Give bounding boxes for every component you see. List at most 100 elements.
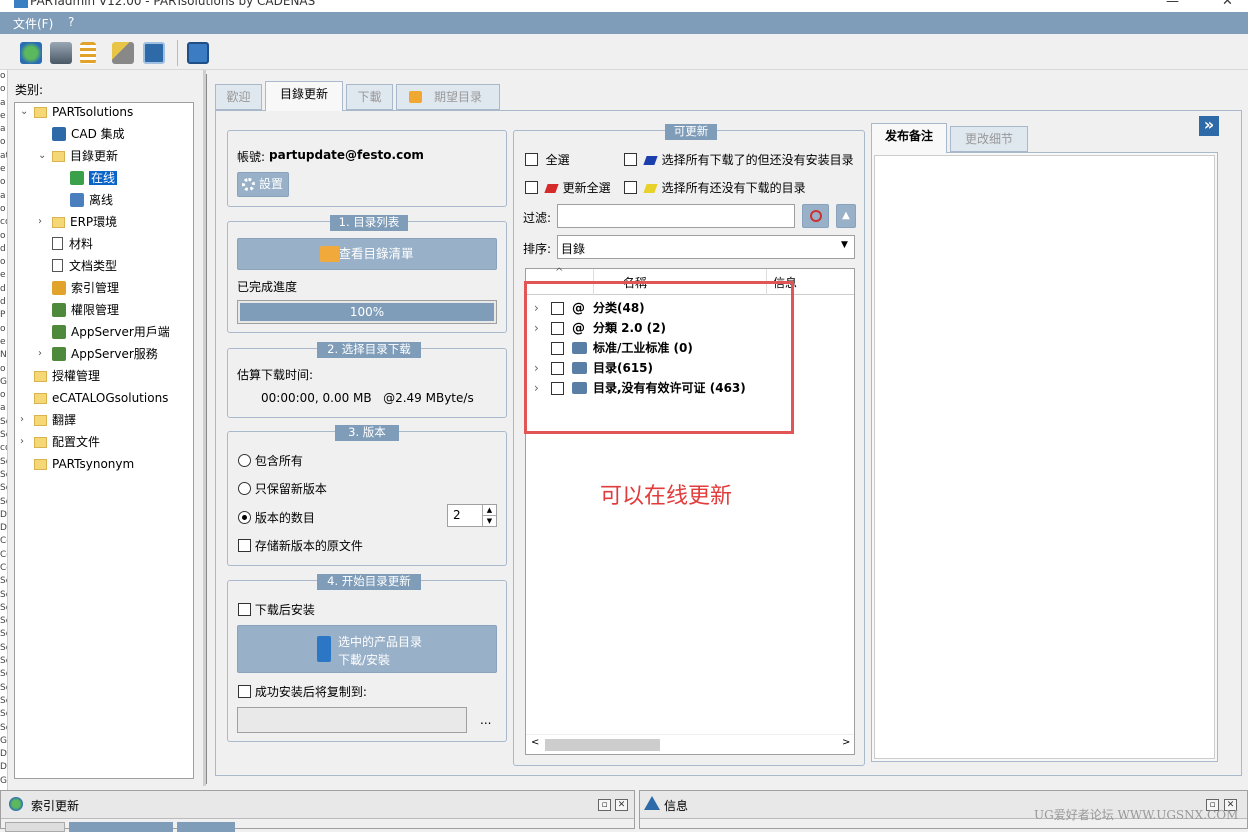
blue-gem-icon <box>643 156 658 165</box>
background-text-fragment: co <box>0 443 7 454</box>
tree-item-label: 翻譯 <box>52 413 77 427</box>
save-icon[interactable] <box>187 42 209 64</box>
printer-icon[interactable] <box>50 42 72 64</box>
tree-item[interactable]: 授權管理 <box>34 367 100 385</box>
tree-item[interactable]: 配置文件 <box>34 433 100 451</box>
copy-after-install-checkbox[interactable]: 成功安装后将复制到: <box>238 683 367 700</box>
background-text-fragment: Do <box>0 749 7 760</box>
filter-input[interactable] <box>557 204 795 228</box>
download-install-button[interactable]: 选中的产品目录 下載/安裝 <box>237 625 497 673</box>
checkbox-icon <box>238 539 251 552</box>
tools-icon[interactable] <box>112 42 134 64</box>
background-text-fragment: o <box>0 257 6 268</box>
download-drive-icon <box>317 636 331 662</box>
chevron-right-icon[interactable]: › <box>20 436 24 447</box>
tree-item-label: CAD 集成 <box>71 127 125 141</box>
version-count-value: 2 <box>453 508 461 522</box>
radio-include-all[interactable]: 包含所有 <box>238 452 303 469</box>
checkbox-icon <box>624 181 637 194</box>
tree-item[interactable]: 目錄更新 <box>52 147 118 165</box>
select-downloaded-checkbox[interactable]: 选择所有下载了的但还没有安装目录 <box>624 151 854 168</box>
menu-help[interactable]: ? <box>68 15 74 29</box>
index-update-title: 索引更新 <box>31 799 80 813</box>
bottom-tab[interactable] <box>69 822 173 832</box>
tab-download[interactable]: 下載 <box>346 84 393 110</box>
collapse-panel-button[interactable]: » <box>1199 116 1219 136</box>
tab-welcome[interactable]: 歡迎 <box>215 84 262 110</box>
select-not-downloaded-checkbox[interactable]: 选择所有还没有下载的目录 <box>624 179 806 196</box>
chevron-down-icon[interactable]: ⌄ <box>20 106 28 117</box>
copy-path-field[interactable] <box>237 707 467 733</box>
background-text-fragment: So <box>0 602 7 613</box>
tree-item[interactable]: 在线 <box>70 169 118 187</box>
tab-catalog-update[interactable]: 目錄更新 <box>265 81 343 111</box>
bottom-tab[interactable] <box>5 822 65 832</box>
scrollbar-thumb[interactable] <box>545 739 660 751</box>
install-after-download-checkbox[interactable]: 下载后安装 <box>238 601 315 618</box>
tree-item[interactable]: PARTsolutions <box>34 103 133 121</box>
tree-item[interactable]: eCATALOGsolutions <box>34 389 168 407</box>
settings-button[interactable]: 設置 <box>237 172 289 197</box>
radio-version-count[interactable]: 版本的数目 <box>238 509 315 526</box>
tree-item-label: 授權管理 <box>52 369 101 383</box>
minimize-button[interactable]: — <box>1166 0 1179 9</box>
tab-wishlist[interactable]: 期望目录 <box>396 84 500 110</box>
tree-item[interactable]: 材料 <box>52 235 93 253</box>
scroll-right-icon[interactable]: > <box>842 737 850 748</box>
tab-release-notes[interactable]: 发布备注 <box>871 123 947 153</box>
refresh-globe-icon[interactable] <box>20 42 42 64</box>
horizontal-scrollbar[interactable]: < > <box>526 734 854 754</box>
start-update-group: 4. 开始目录更新 下载后安装 选中的产品目录 下載/安裝 成功安装后将复制到:… <box>227 574 507 742</box>
spinner-up-icon[interactable]: ▲ <box>482 505 496 515</box>
bottom-tab[interactable] <box>177 822 235 832</box>
tree-item-label: PARTsolutions <box>52 105 134 119</box>
tree-item[interactable]: 翻譯 <box>34 411 76 429</box>
tree-item[interactable]: 文档类型 <box>52 257 117 275</box>
spinner-down-icon[interactable]: ▼ <box>482 515 496 526</box>
view-catalog-list-button[interactable]: 查看目錄清單 <box>237 238 497 270</box>
restore-icon[interactable]: ▫ <box>598 799 611 811</box>
version-count-spinner[interactable]: 2 ▲ ▼ <box>447 504 497 527</box>
red-gem-icon <box>544 184 559 193</box>
yellow-gem-icon <box>643 184 658 193</box>
tree-item[interactable]: 權限管理 <box>52 301 119 319</box>
menu-file[interactable]: 文件(F) <box>13 15 53 32</box>
close-icon[interactable]: ✕ <box>615 799 628 811</box>
update-all-checkbox[interactable]: 更新全選 <box>525 179 611 196</box>
refresh-icon <box>9 797 23 811</box>
chevron-down-icon[interactable]: ⌄ <box>38 150 46 161</box>
settings-gear-icon[interactable] <box>143 42 165 64</box>
background-text-fragment: o <box>0 363 6 374</box>
chevron-right-icon[interactable]: › <box>38 348 42 359</box>
scroll-left-icon[interactable]: < <box>531 737 539 748</box>
tree-item[interactable]: 索引管理 <box>52 279 119 297</box>
tree-item[interactable]: PARTsynonym <box>34 455 134 473</box>
wishlist-icon <box>409 91 422 103</box>
document-icon <box>52 259 63 272</box>
background-text-fragment: o <box>0 84 6 95</box>
background-text-fragment: P <box>0 310 6 321</box>
tree-item[interactable]: AppServer用戶端 <box>52 323 170 341</box>
chevron-right-icon[interactable]: › <box>38 216 42 227</box>
store-original-checkbox[interactable]: 存储新版本的原文件 <box>238 537 363 554</box>
browse-button[interactable]: ... <box>480 713 491 727</box>
tree-item[interactable]: 离线 <box>70 191 113 209</box>
cad-integration-icon <box>52 127 66 141</box>
chevron-right-icon[interactable]: › <box>20 414 24 425</box>
tree-item[interactable]: AppServer服務 <box>52 345 158 363</box>
annotation-text: 可以在线更新 <box>600 484 733 509</box>
tree-item[interactable]: ERP環境 <box>52 213 117 231</box>
sort-select[interactable]: 目錄 ▼ <box>557 235 855 259</box>
collapse-filter-button[interactable]: ▲ <box>836 204 856 228</box>
clear-filter-button[interactable] <box>802 204 829 228</box>
select-all-checkbox[interactable]: 全選 <box>525 151 570 168</box>
close-button[interactable]: ✕ <box>1222 0 1233 9</box>
tree-structure-icon[interactable] <box>80 42 96 64</box>
category-tree[interactable]: ⌄ PARTsolutions CAD 集成 ⌄ 目錄更新在线离线 › ERP環境材料文档类… <box>14 102 194 779</box>
catalog-list-legend: 1. 目录列表 <box>330 215 408 231</box>
appserver-service-icon <box>52 347 66 361</box>
settings-button-label: 設置 <box>258 177 283 191</box>
radio-keep-newest[interactable]: 只保留新版本 <box>238 480 327 497</box>
tab-change-details[interactable]: 更改细节 <box>950 126 1028 152</box>
tree-item[interactable]: CAD 集成 <box>52 125 125 143</box>
